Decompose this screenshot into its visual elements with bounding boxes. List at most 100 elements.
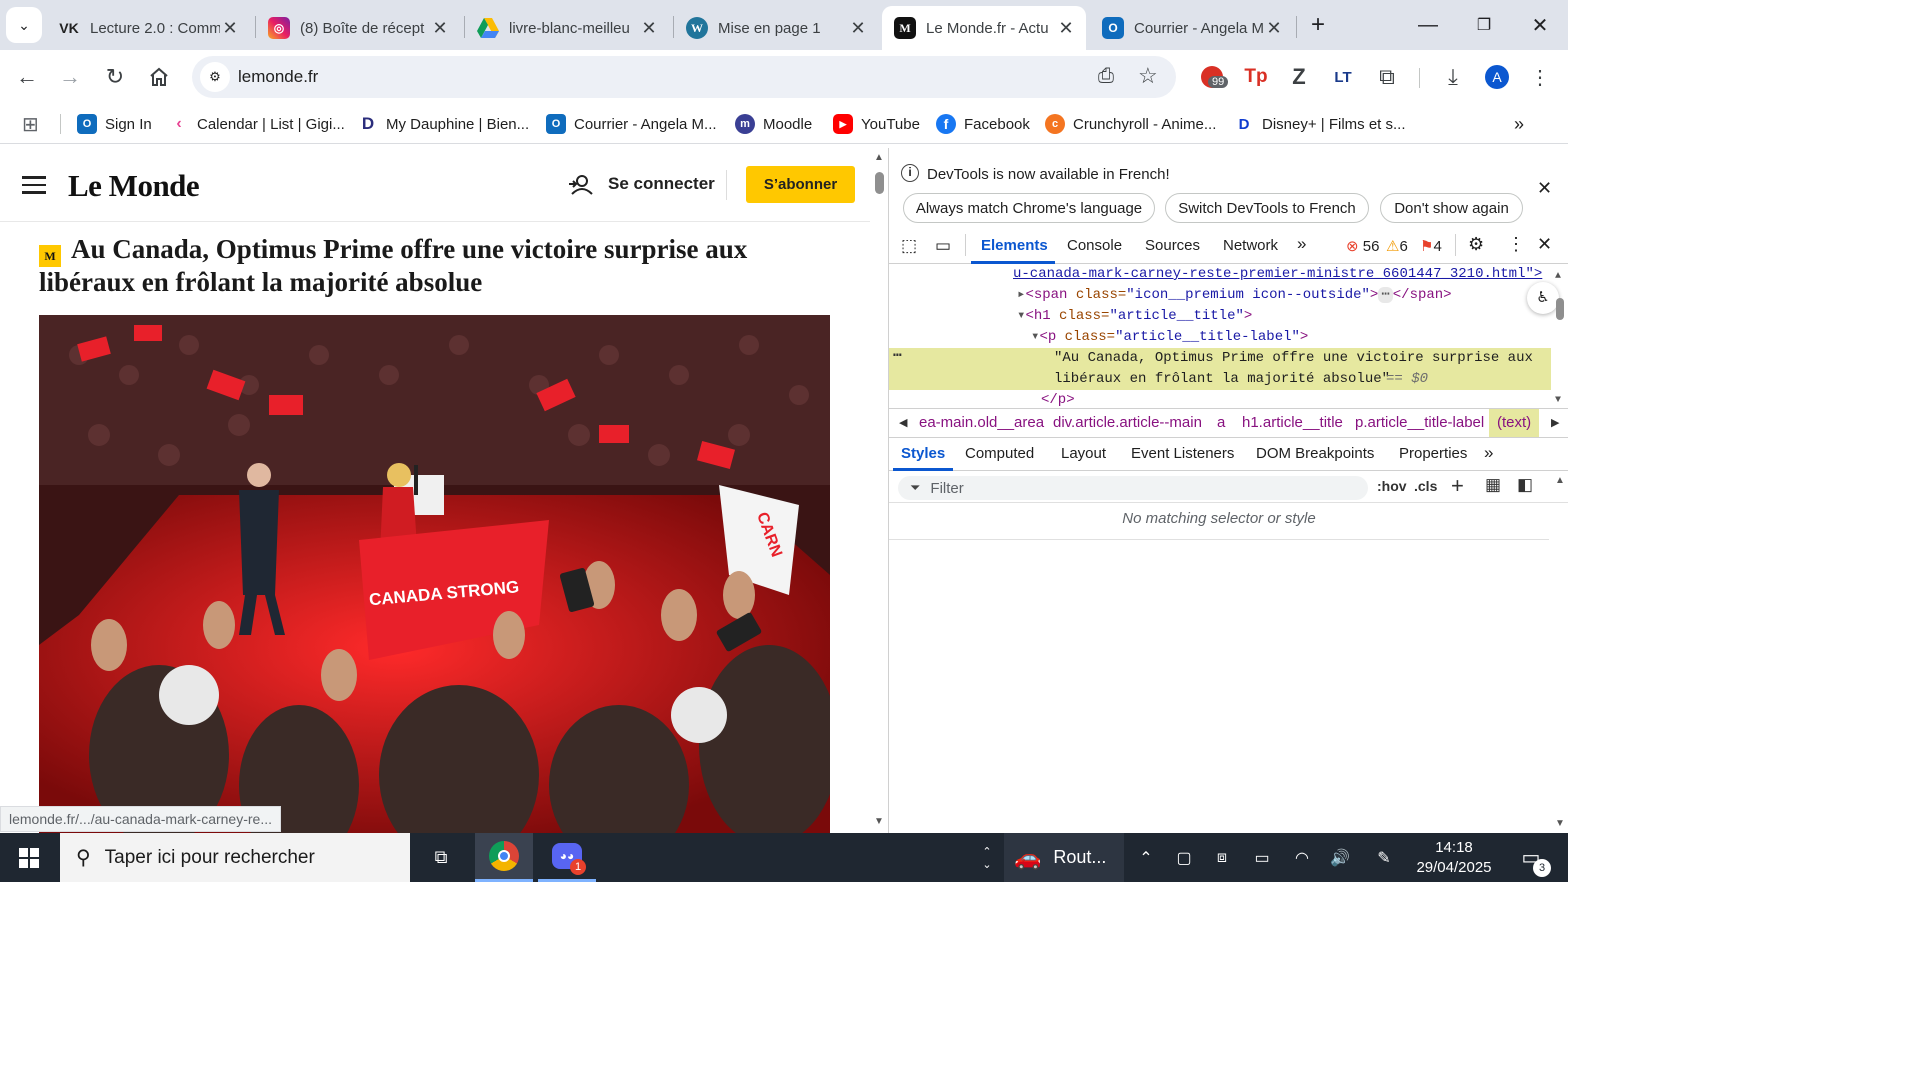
close-icon[interactable]: ✕ [1056, 18, 1076, 39]
tab-outlook[interactable]: O Courrier - Angela M ✕ [1090, 6, 1294, 50]
apps-grid-icon[interactable]: ⊞ [22, 112, 39, 136]
match-language-button[interactable]: Always match Chrome's language [903, 193, 1155, 223]
tab-properties[interactable]: Properties [1399, 445, 1467, 462]
new-tab-button[interactable]: + [1296, 0, 1340, 50]
site-logo[interactable]: Le Monde [68, 168, 200, 204]
tab-styles[interactable]: Styles [901, 445, 945, 462]
tab-layout[interactable]: Layout [1061, 445, 1106, 462]
windows-start-icon[interactable] [0, 833, 58, 882]
tab-wordpress[interactable]: W Mise en page 1 ✕ [674, 6, 878, 50]
cls-toggle[interactable]: .cls [1414, 478, 1437, 494]
extension-tp-icon[interactable]: Tp [1238, 59, 1274, 95]
taskbar-scroll-arrows[interactable]: ⌃ ⌄ [976, 833, 998, 882]
tab-computed[interactable]: Computed [965, 445, 1034, 462]
close-infobar-icon[interactable]: ✕ [1537, 178, 1552, 199]
node-actions-icon[interactable]: ⋯ [893, 346, 901, 367]
article-photo[interactable]: CANADA STRONG CARN [39, 315, 830, 833]
tab-event-listeners[interactable]: Event Listeners [1131, 445, 1234, 462]
bookmark-youtube[interactable]: ▶ YouTube [833, 112, 920, 136]
extensions-puzzle-icon[interactable]: ⧉ [1369, 59, 1405, 95]
taskbar-clock[interactable]: 14:18 29/04/2025 [1408, 833, 1500, 882]
login-link[interactable]: Se connecter [568, 172, 715, 196]
breadcrumb-item[interactable]: p.article__title-label [1355, 414, 1484, 431]
dom-tree[interactable]: u-canada-mark-carney-reste-premier-minis… [889, 264, 1568, 412]
extension-lt-icon[interactable]: LT [1325, 59, 1361, 95]
scrollbar-thumb[interactable] [875, 172, 884, 194]
error-counter[interactable]: ⊗ 56 [1346, 237, 1379, 255]
dom-node-p[interactable]: ▾<p class="article__title-label"> [1031, 327, 1308, 348]
tab-instagram[interactable]: ◎ (8) Boîte de récept ✕ [256, 6, 460, 50]
volume-icon[interactable]: 🔊 [1326, 833, 1354, 882]
notifications-icon[interactable]: ▭ 3 [1508, 833, 1554, 882]
more-panes-icon[interactable]: » [1484, 443, 1493, 463]
bookmark-sign-in[interactable]: O Sign In [77, 112, 152, 136]
close-icon[interactable]: ✕ [639, 18, 659, 39]
close-icon[interactable]: ✕ [430, 18, 450, 39]
close-devtools-icon[interactable]: ✕ [1537, 234, 1552, 255]
devtools-menu-icon[interactable]: ⋮ [1507, 234, 1525, 255]
back-button[interactable]: ← [9, 59, 45, 95]
taskbar-discord[interactable]: ◕◕ 1 [538, 833, 596, 882]
forward-button[interactable]: → [52, 59, 88, 95]
breadcrumb-item[interactable]: h1.article__title [1242, 414, 1343, 431]
tab-drive[interactable]: livre-blanc-meilleu ✕ [465, 6, 669, 50]
paint-icon[interactable]: ▦ [1485, 475, 1501, 495]
taskbar-chrome[interactable] [475, 833, 533, 882]
close-window-button[interactable]: ✕ [1512, 0, 1568, 50]
device-toolbar-icon[interactable]: ▭ [935, 236, 951, 256]
install-app-icon[interactable]: ⎙ [1098, 65, 1114, 88]
toggle-sidebar-icon[interactable]: ◧ [1517, 475, 1533, 495]
selected-dom-node[interactable]: ⋯ "Au Canada, Optimus Prime offre une vi… [889, 348, 1551, 390]
hov-toggle[interactable]: :hov [1377, 478, 1407, 494]
capture-icon[interactable]: ⧈ [1208, 833, 1236, 882]
switch-to-french-button[interactable]: Switch DevTools to French [1165, 193, 1369, 223]
address-bar[interactable]: ⚙ lemonde.fr ⎙ ☆ [192, 56, 1176, 98]
taskbar-search-box[interactable]: ⚲ Taper ici pour rechercher [60, 833, 410, 882]
issues-counter[interactable]: ⚑4 [1420, 237, 1442, 255]
show-hidden-icons-chevron[interactable]: ⌃ [1132, 833, 1160, 882]
tab-dom-breakpoints[interactable]: DOM Breakpoints [1256, 445, 1374, 462]
bookmark-dauphine[interactable]: D My Dauphine | Bien... [358, 112, 529, 136]
close-icon[interactable]: ✕ [1264, 18, 1284, 39]
close-icon[interactable]: ✕ [220, 18, 240, 39]
styles-filter-input[interactable]: ⏷ Filter [898, 476, 1368, 500]
bookmark-facebook[interactable]: f Facebook [936, 112, 1030, 136]
bookmark-disney[interactable]: D Disney+ | Films et s... [1234, 112, 1406, 136]
bookmark-moodle[interactable]: m Moodle [735, 112, 812, 136]
minimize-button[interactable]: — [1400, 0, 1456, 50]
inspect-element-icon[interactable]: ⬚ [901, 236, 917, 256]
tab-lecture[interactable]: VK Lecture 2.0 : Comm ✕ [46, 6, 250, 50]
download-icon[interactable]: ⤓ [1435, 59, 1471, 95]
settings-gear-icon[interactable]: ⚙ [1468, 234, 1484, 255]
subscribe-button[interactable]: S’abonner [746, 166, 855, 203]
home-button[interactable] [141, 59, 177, 95]
ellipsis-icon[interactable]: ⋯ [1378, 287, 1393, 303]
new-style-rule-icon[interactable]: + [1451, 473, 1464, 499]
breadcrumb-item[interactable]: ea-main.old__area [919, 414, 1044, 431]
extension-adblock-button[interactable]: 99 [1194, 59, 1230, 95]
meet-icon[interactable]: ▢ [1170, 833, 1198, 882]
profile-button[interactable]: A [1479, 59, 1515, 95]
extension-z-icon[interactable]: Z [1281, 59, 1317, 95]
bookmark-courrier[interactable]: O Courrier - Angela M... [546, 112, 717, 136]
hamburger-menu-icon[interactable] [22, 176, 46, 194]
breadcrumb-item[interactable]: a [1217, 414, 1225, 431]
restore-button[interactable]: ❐ [1456, 0, 1512, 50]
menu-kebab-icon[interactable]: ⋮ [1522, 59, 1558, 95]
warning-counter[interactable]: ⚠6 [1386, 237, 1408, 255]
battery-icon[interactable]: ▭ [1248, 833, 1276, 882]
dom-node-h1[interactable]: ▾<h1 class="article__title"> [1017, 306, 1252, 327]
wifi-icon[interactable]: ◠ [1288, 833, 1316, 882]
tab-network[interactable]: Network [1223, 237, 1278, 254]
dont-show-again-button[interactable]: Don't show again [1380, 193, 1523, 223]
task-view-icon[interactable]: ⧉ [418, 833, 464, 882]
dom-link-text[interactable]: u-canada-mark-carney-reste-premier-minis… [1013, 264, 1542, 285]
bookmark-crunchyroll[interactable]: c Crunchyroll - Anime... [1045, 112, 1216, 136]
tab-console[interactable]: Console [1067, 237, 1122, 254]
dom-scrollbar-thumb[interactable] [1556, 298, 1564, 320]
tab-sources[interactable]: Sources [1145, 237, 1200, 254]
pen-icon[interactable]: ✎ [1370, 833, 1398, 882]
breadcrumb-item-selected[interactable]: (text) [1489, 409, 1540, 437]
tab-le-monde[interactable]: M Le Monde.fr - Actu ✕ [882, 6, 1086, 50]
bookmark-star-icon[interactable]: ☆ [1138, 63, 1158, 89]
